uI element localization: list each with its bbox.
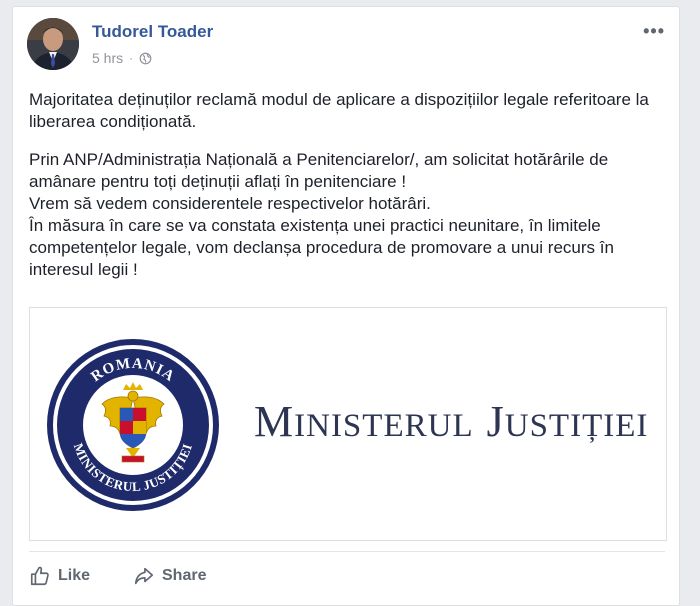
post-paragraph-2: Prin ANP/Administrația Națională a Penit… <box>29 150 614 279</box>
meta-separator: · <box>129 51 134 65</box>
globe-icon[interactable] <box>139 52 152 65</box>
facebook-post: Tudorel Toader 5 hrs · ••• Majoritatea d… <box>12 6 680 606</box>
author-name[interactable]: Tudorel Toader <box>92 22 213 42</box>
profile-photo <box>27 18 79 70</box>
avatar[interactable] <box>27 18 79 70</box>
share-label: Share <box>162 567 207 584</box>
ministry-title-cap-j: J <box>486 397 505 446</box>
link-preview[interactable]: ROMANIA MINISTERUL JUSTIȚIEI MINISTERUL … <box>29 307 667 541</box>
post-meta: 5 hrs · <box>92 50 152 66</box>
more-icon[interactable]: ••• <box>643 21 665 42</box>
ministry-title: MINISTERUL JUSTIȚIEI <box>254 396 648 456</box>
share-icon <box>134 567 154 585</box>
like-button[interactable]: Like <box>29 565 90 587</box>
share-button[interactable]: Share <box>133 565 206 587</box>
post-paragraph-1: Majoritatea deținuților reclamă modul de… <box>29 90 649 131</box>
like-icon <box>30 566 49 586</box>
ministry-title-word2: USTIȚIEI <box>504 408 649 444</box>
actions-divider <box>29 551 665 552</box>
ministry-seal: ROMANIA MINISTERUL JUSTIȚIEI <box>47 339 219 511</box>
like-label: Like <box>58 567 91 584</box>
ministry-title-cap-m: M <box>254 397 295 446</box>
post-timestamp[interactable]: 5 hrs <box>92 50 123 66</box>
ministry-title-word1: INISTERUL <box>294 408 474 444</box>
